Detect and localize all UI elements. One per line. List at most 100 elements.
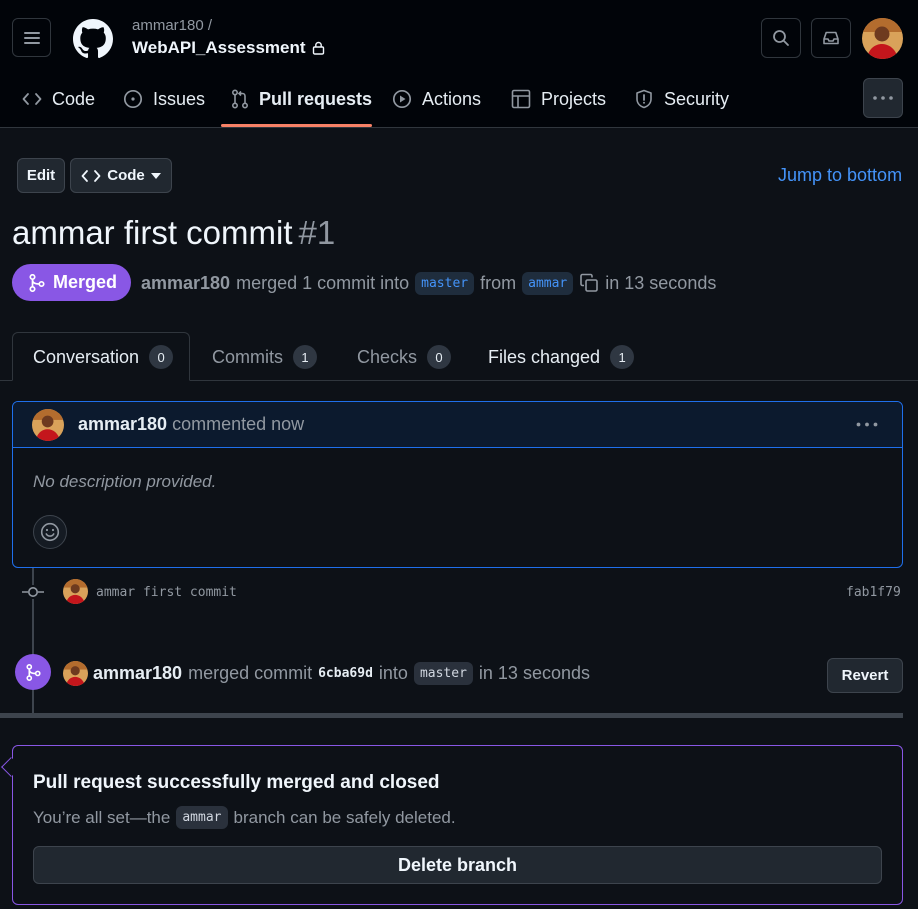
- copy-icon[interactable]: [579, 273, 599, 293]
- merge-branch-link[interactable]: master: [413, 661, 473, 685]
- pr-title: ammar first commit: [12, 214, 293, 251]
- tab-issues-label: Issues: [153, 88, 206, 109]
- tab-code[interactable]: Code: [22, 82, 95, 116]
- issue-icon: [123, 89, 143, 109]
- lock-icon: [312, 41, 324, 55]
- comment-body: No description provided.: [33, 472, 217, 491]
- comment-avatar[interactable]: [32, 409, 64, 441]
- merge-icon: [29, 273, 45, 292]
- kebab-icon: [856, 422, 878, 427]
- tab-projects-label: Projects: [541, 88, 607, 109]
- comment-author-link[interactable]: ammar180: [78, 414, 167, 434]
- tab-checks-label: Checks: [357, 346, 418, 367]
- commit-avatar[interactable]: [63, 579, 88, 604]
- timeline-end-divider: [0, 713, 903, 718]
- tab-issues[interactable]: Issues: [123, 82, 205, 116]
- repo-name-label: WebAPI_Assessment: [132, 38, 306, 57]
- table-icon: [511, 89, 531, 109]
- tab-conversation[interactable]: Conversation 0: [33, 345, 174, 369]
- smiley-icon: [40, 522, 60, 542]
- edit-button-label: Edit: [26, 167, 56, 184]
- pr-number: #1: [298, 214, 336, 251]
- edit-button[interactable]: Edit: [17, 158, 65, 193]
- code-dropdown-button[interactable]: Code: [70, 158, 172, 193]
- commit-message-link[interactable]: ammar first commit: [96, 585, 237, 600]
- head-branch-link[interactable]: ammar: [522, 271, 574, 295]
- merge-status-before: You’re all set—the: [33, 807, 171, 827]
- tab-code-label: Code: [52, 88, 96, 109]
- checks-count: 0: [427, 345, 452, 369]
- caret-down-icon: [150, 172, 161, 179]
- tab-files-changed[interactable]: Files changed 1: [488, 345, 635, 369]
- pr-time-text: in 13 seconds: [605, 272, 717, 293]
- merge-time-text: in 13 seconds: [478, 662, 590, 683]
- pr-description-comment: ammar180 commented now No description pr…: [12, 401, 903, 568]
- pr-author-link[interactable]: ammar180: [141, 273, 230, 294]
- comment-meta: ammar180 commented now: [78, 414, 304, 435]
- tab-commits[interactable]: Commits 1: [212, 345, 317, 369]
- files-count: 1: [610, 345, 635, 369]
- code-icon: [22, 93, 42, 105]
- pr-from-text: from: [480, 272, 517, 293]
- inbox-icon: [823, 31, 839, 45]
- tab-pull-requests-label: Pull requests: [259, 88, 373, 109]
- tab-actions-label: Actions: [422, 88, 482, 109]
- delete-branch-label: Delete branch: [397, 854, 518, 875]
- tab-security[interactable]: Security: [634, 82, 729, 116]
- tab-conversation-label: Conversation: [33, 346, 140, 367]
- merge-icon: [25, 663, 41, 681]
- tab-actions[interactable]: Actions: [392, 82, 481, 116]
- commit-icon: [22, 585, 44, 599]
- merge-status-after: branch can be safely deleted.: [233, 807, 456, 827]
- comment-header: ammar180 commented now: [13, 402, 902, 448]
- repo-name[interactable]: WebAPI_Assessment: [132, 38, 325, 58]
- delete-branch-button[interactable]: Delete branch: [33, 846, 882, 884]
- repo-owner-link[interactable]: ammar180 /: [132, 17, 212, 34]
- app-header: ammar180 / WebAPI_Assessment Code Issues…: [0, 0, 918, 128]
- merge-event: ammar180 merged commit 6cba69d into mast…: [93, 660, 590, 686]
- menu-button[interactable]: [12, 18, 51, 57]
- page-title: ammar first commit #1: [12, 214, 335, 252]
- commit-sha-link[interactable]: fab1f79: [846, 585, 901, 600]
- tab-checks[interactable]: Checks 0: [357, 345, 452, 369]
- more-nav-button[interactable]: [863, 78, 903, 118]
- github-logo-icon[interactable]: [73, 19, 113, 59]
- kebab-icon: [873, 96, 893, 100]
- merge-user-link[interactable]: ammar180: [93, 663, 182, 684]
- code-dropdown-label: Code: [107, 167, 145, 184]
- pr-meta: ammar180 merged 1 commit into master fro…: [141, 268, 716, 298]
- merge-event-icon: [15, 654, 51, 690]
- revert-button-label: Revert: [841, 667, 889, 684]
- merge-status-box: Pull request successfully merged and clo…: [12, 745, 903, 905]
- active-tab-underline: [221, 124, 372, 127]
- user-avatar[interactable]: [862, 18, 903, 59]
- merge-status-heading: Pull request successfully merged and clo…: [33, 772, 440, 793]
- comment-options-button[interactable]: [856, 422, 878, 427]
- tab-files-label: Files changed: [488, 346, 601, 367]
- revert-button[interactable]: Revert: [827, 658, 903, 693]
- play-icon: [392, 89, 412, 109]
- add-reaction-button[interactable]: [33, 515, 67, 549]
- base-branch-link[interactable]: master: [415, 271, 475, 295]
- merge-status-text: You’re all set—the ammar branch can be s…: [33, 806, 456, 829]
- pr-merged-text: merged 1 commit into: [236, 272, 410, 293]
- jump-to-bottom-link[interactable]: Jump to bottom: [778, 165, 902, 186]
- status-badge: Merged: [12, 264, 131, 301]
- tab-pull-requests[interactable]: Pull requests: [231, 82, 372, 116]
- commits-count: 1: [293, 345, 317, 369]
- search-button[interactable]: [761, 18, 801, 58]
- deletable-branch-link[interactable]: ammar: [176, 806, 228, 829]
- merge-commit-sha-link[interactable]: 6cba69d: [318, 666, 373, 681]
- inbox-button[interactable]: [811, 18, 851, 58]
- merge-into-text: into: [378, 662, 408, 683]
- merge-avatar[interactable]: [63, 661, 88, 686]
- conversation-count: 0: [149, 345, 174, 369]
- pull-request-icon: [231, 89, 249, 109]
- hamburger-icon: [23, 31, 40, 44]
- search-icon: [773, 30, 789, 46]
- comment-action: commented now: [172, 414, 305, 434]
- status-badge-label: Merged: [53, 272, 118, 292]
- tab-commits-label: Commits: [212, 346, 283, 367]
- tab-projects[interactable]: Projects: [511, 82, 606, 116]
- tab-security-label: Security: [664, 88, 730, 109]
